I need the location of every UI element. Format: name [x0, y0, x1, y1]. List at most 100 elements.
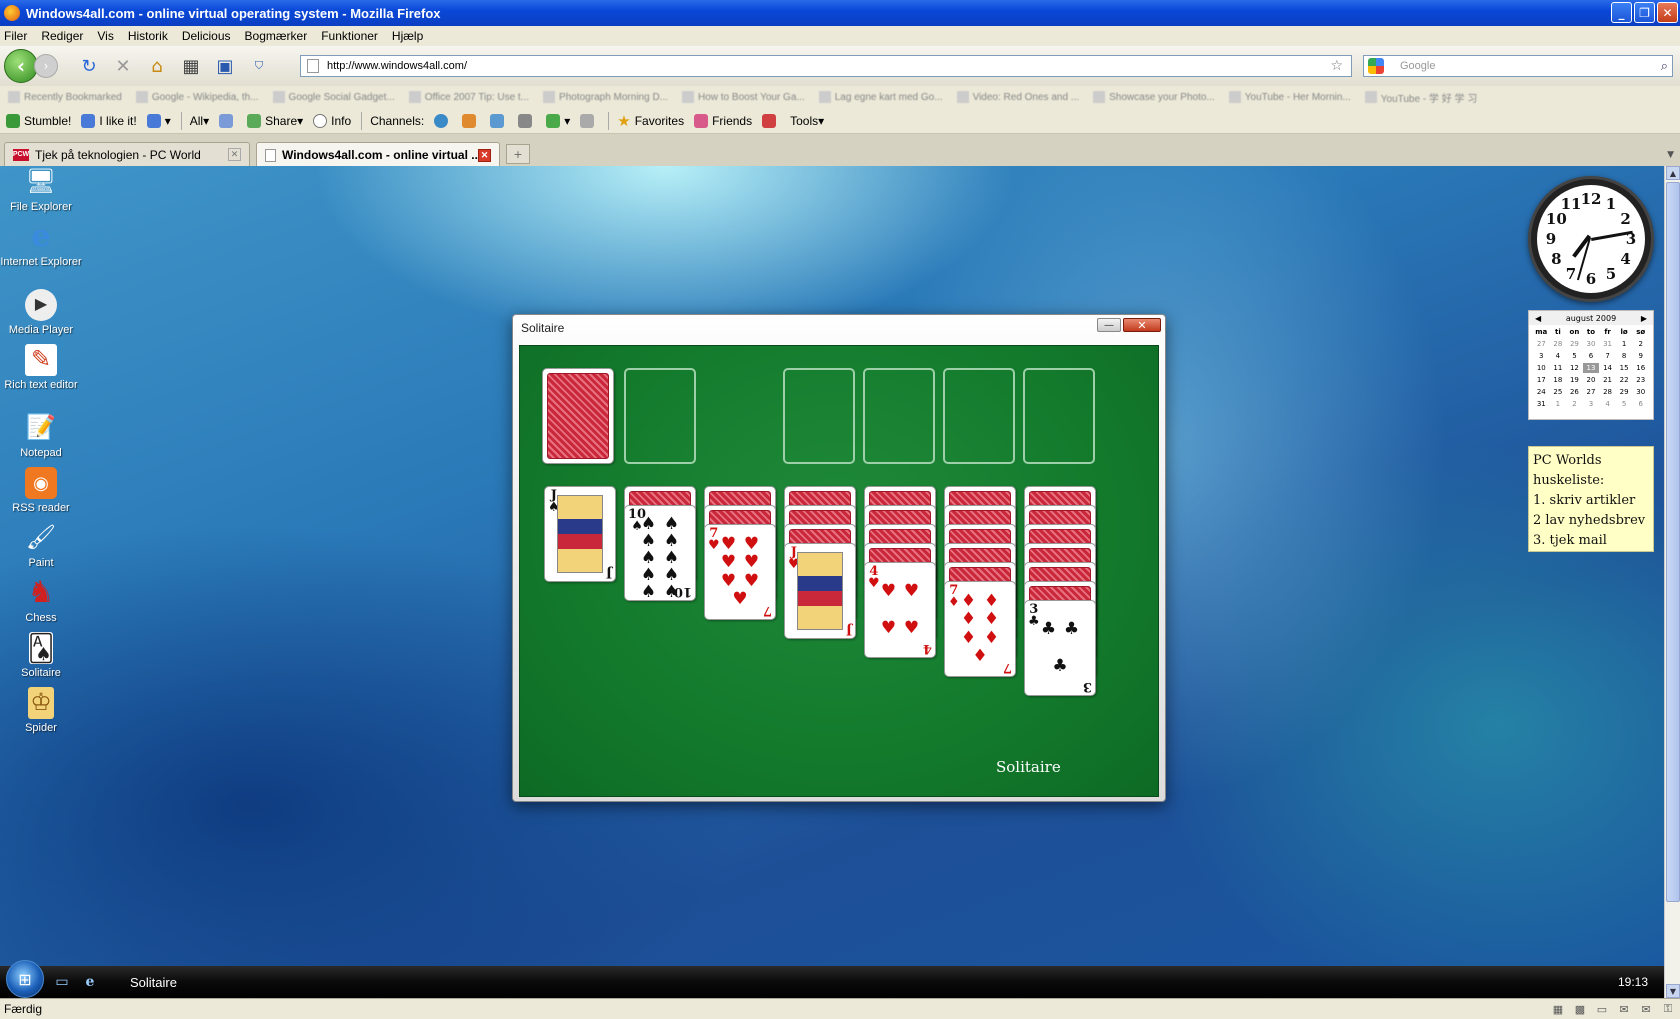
friends-button[interactable]: Friends: [694, 113, 752, 128]
calendar-day[interactable]: 16: [1632, 363, 1649, 373]
calendar-day[interactable]: 3: [1583, 399, 1600, 409]
calendar-day[interactable]: 5: [1566, 351, 1583, 361]
menu-filer[interactable]: Filer: [4, 29, 27, 43]
tab-pcworld[interactable]: PCW Tjek på teknologien - PC World ✕: [4, 142, 250, 166]
calendar-day[interactable]: 1: [1550, 399, 1567, 409]
bookmark-item[interactable]: Showcase your Photo...: [1093, 91, 1215, 103]
calendar-day[interactable]: 19: [1566, 375, 1583, 385]
calendar-prev-icon[interactable]: ◀: [1535, 314, 1541, 323]
calendar-day[interactable]: 11: [1550, 363, 1567, 373]
calendar-day[interactable]: 30: [1632, 387, 1649, 397]
home-icon[interactable]: ⌂: [146, 55, 168, 77]
calendar-day[interactable]: 27: [1533, 339, 1550, 349]
search-icon[interactable]: ⌕: [1661, 59, 1668, 74]
face-up-card[interactable]: J ♥ J: [784, 543, 856, 639]
calendar-day[interactable]: 17: [1533, 375, 1550, 385]
dislike-button[interactable]: ▾: [146, 113, 171, 128]
start-button[interactable]: ⊞: [6, 960, 44, 998]
minimize-button[interactable]: _: [1611, 2, 1632, 23]
face-up-card[interactable]: 10 ♠ 10 ♠ ♠ ♠ ♠ ♠ ♠ ♠ ♠ ♠ ♠: [624, 505, 696, 601]
star-icon[interactable]: ☆: [1330, 58, 1343, 74]
menu-historik[interactable]: Historik: [128, 29, 168, 43]
face-up-card[interactable]: 3 ♣ 3 ♣ ♣ ♣: [1024, 600, 1096, 696]
calendar-day[interactable]: 15: [1616, 363, 1633, 373]
calendar-day[interactable]: 12: [1566, 363, 1583, 373]
back-button[interactable]: ‹: [4, 49, 38, 83]
menu-hjaelp[interactable]: Hjælp: [392, 29, 423, 43]
search-bar[interactable]: Google ⌕: [1363, 55, 1673, 77]
sticky-note[interactable]: PC Worlds huskeliste: 1. skriv artikler …: [1528, 446, 1654, 552]
desktop-icon-internet-explorer[interactable]: e Internet Explorer: [0, 221, 82, 269]
scroll-up-icon[interactable]: ▲: [1666, 166, 1680, 180]
calendar-day[interactable]: 31: [1599, 339, 1616, 349]
mail-icon[interactable]: ✉: [1638, 1002, 1654, 1016]
calendar-day[interactable]: 5: [1616, 399, 1633, 409]
channel-tag-button[interactable]: [580, 113, 598, 128]
calendar-day[interactable]: 27: [1583, 387, 1600, 397]
ie-quicklaunch-icon[interactable]: e: [80, 973, 100, 991]
calendar-day[interactable]: 26: [1566, 387, 1583, 397]
addon-icon[interactable]: ▦: [180, 55, 202, 77]
calendar-day[interactable]: 14: [1599, 363, 1616, 373]
channel-photo-button[interactable]: [490, 113, 508, 128]
tab-close-icon[interactable]: ✕: [228, 148, 241, 161]
bookmark-item[interactable]: YouTube - 学 好 学 习: [1364, 90, 1477, 105]
calendar-day[interactable]: 3: [1533, 351, 1550, 361]
search-placeholder[interactable]: Google: [1400, 60, 1661, 72]
clock-widget[interactable]: 12 1 2 3 4 5 6 7 8 9 10 11: [1528, 176, 1654, 302]
channel-globe-button[interactable]: [434, 113, 452, 128]
bookmark-item[interactable]: Lag egne kart med Go...: [818, 91, 943, 103]
desktop-icon-media-player[interactable]: ▶ Media Player: [0, 289, 82, 337]
calendar-day[interactable]: 13: [1582, 363, 1600, 373]
desktop-icon-rss-reader[interactable]: ◉ RSS reader: [0, 467, 82, 515]
calendar-day[interactable]: 2: [1566, 399, 1583, 409]
url-bar[interactable]: http://www.windows4all.com/ ☆: [300, 55, 1352, 77]
show-desktop-icon[interactable]: ▭: [52, 973, 72, 991]
menu-vis[interactable]: Vis: [97, 29, 113, 43]
stop-icon[interactable]: ✕: [112, 55, 134, 77]
desktop-icon-rich-text-editor[interactable]: ✎ Rich text editor: [0, 344, 82, 392]
channel-people-button[interactable]: [462, 113, 480, 128]
calendar-day[interactable]: 18: [1550, 375, 1567, 385]
calendar-day[interactable]: 9: [1632, 351, 1649, 361]
calendar-day[interactable]: 29: [1566, 339, 1583, 349]
calendar-day[interactable]: 20: [1583, 375, 1600, 385]
calendar-day[interactable]: 10: [1533, 363, 1550, 373]
menu-rediger[interactable]: Rediger: [41, 29, 83, 43]
calendar-day[interactable]: 6: [1583, 351, 1600, 361]
addon-status-icon[interactable]: ▦: [1550, 1002, 1566, 1016]
desktop-icon-spider[interactable]: ♔ Spider: [0, 687, 82, 735]
foundation-slot[interactable]: [943, 368, 1015, 464]
calendar-day[interactable]: 31: [1533, 399, 1550, 409]
tools-icon-button[interactable]: [762, 113, 780, 128]
scroll-down-icon[interactable]: ▼: [1666, 984, 1680, 998]
bookmark-item[interactable]: Photograph Morning D...: [543, 91, 668, 103]
tools-dropdown[interactable]: Tools ▾: [790, 114, 824, 128]
like-button[interactable]: I like it!: [81, 113, 137, 128]
scroll-thumb[interactable]: [1666, 182, 1680, 902]
calendar-day[interactable]: 2: [1632, 339, 1649, 349]
share-button[interactable]: Share ▾: [247, 113, 303, 128]
foundation-slot[interactable]: [863, 368, 935, 464]
calendar-day[interactable]: 29: [1616, 387, 1633, 397]
close-button[interactable]: ✕: [1657, 2, 1678, 23]
bookmark-item[interactable]: Video: Red Ones and ...: [956, 91, 1079, 103]
bookmark-item[interactable]: Recently Bookmarked: [8, 91, 122, 103]
waste-pile[interactable]: [624, 368, 696, 464]
foundation-slot[interactable]: [783, 368, 855, 464]
calendar-day[interactable]: 30: [1583, 339, 1600, 349]
page-scrollbar[interactable]: ▲ ▼: [1664, 166, 1680, 998]
tag-button[interactable]: [219, 113, 237, 128]
calendar-day[interactable]: 28: [1550, 339, 1567, 349]
desktop-icon-solitaire[interactable]: 🂡 Solitaire: [0, 632, 82, 680]
bookmark-item[interactable]: Office 2007 Tip: Use t...: [408, 91, 529, 103]
desktop-icon-notepad[interactable]: 📝 Notepad: [0, 412, 82, 460]
calendar-day[interactable]: 1: [1616, 339, 1633, 349]
maximize-button[interactable]: ❐: [1634, 2, 1655, 23]
window-status-icon[interactable]: ▭: [1594, 1002, 1610, 1016]
calendar-day[interactable]: 21: [1599, 375, 1616, 385]
desktop-icon-paint[interactable]: 🖌 Paint: [0, 522, 82, 570]
grid-status-icon[interactable]: ▩: [1572, 1002, 1588, 1016]
bookmark-item[interactable]: Google - Wikipedia, th...: [135, 91, 259, 103]
google-icon[interactable]: [1368, 58, 1384, 74]
